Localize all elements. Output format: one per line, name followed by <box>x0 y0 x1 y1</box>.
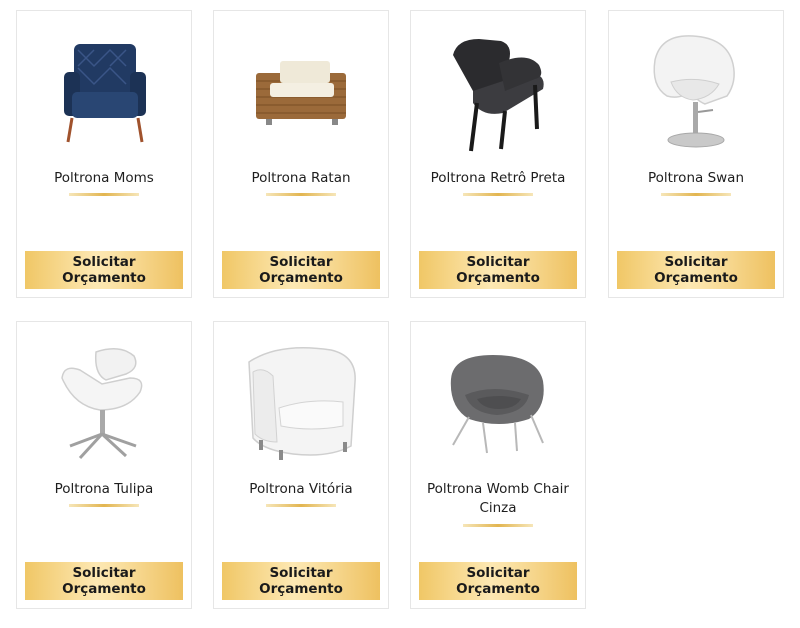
product-image[interactable] <box>411 19 585 167</box>
request-quote-button[interactable]: Solicitar Orçamento <box>617 251 775 289</box>
product-card: Poltrona Ratan Solicitar Orçamento <box>213 10 389 298</box>
product-card: Poltrona Moms Solicitar Orçamento <box>16 10 192 298</box>
title-divider <box>266 504 336 507</box>
title-divider <box>69 504 139 507</box>
product-title[interactable]: Poltrona Tulipa <box>25 480 183 499</box>
product-title[interactable]: Poltrona Swan <box>617 169 775 188</box>
product-title[interactable]: Poltrona Ratan <box>222 169 380 188</box>
product-title[interactable]: Poltrona Womb Chair Cinza <box>425 480 571 518</box>
request-quote-button[interactable]: Solicitar Orçamento <box>222 251 380 289</box>
white-tub-chair-image <box>248 346 356 460</box>
gray-womb-chair-image <box>450 355 544 454</box>
product-image[interactable] <box>17 19 191 167</box>
product-image[interactable] <box>214 330 388 478</box>
request-quote-button[interactable]: Solicitar Orçamento <box>222 562 380 600</box>
rattan-armchair-image <box>256 61 346 125</box>
request-quote-button[interactable]: Solicitar Orçamento <box>25 251 183 289</box>
title-divider <box>463 524 533 527</box>
product-card: Poltrona Womb Chair Cinza Solicitar Orça… <box>410 321 586 609</box>
title-divider <box>661 193 731 196</box>
product-card: Poltrona Retrô Preta Solicitar Orçamento <box>410 10 586 298</box>
product-image[interactable] <box>214 19 388 167</box>
product-card: Poltrona Vitória Solicitar Orçamento <box>213 321 389 609</box>
title-divider <box>463 193 533 196</box>
product-card: Poltrona Tulipa Solicitar Orçamento <box>16 321 192 609</box>
title-divider <box>266 193 336 196</box>
product-image[interactable] <box>411 330 585 478</box>
product-title[interactable]: Poltrona Vitória <box>222 480 380 499</box>
white-tulip-chair-image <box>61 348 143 460</box>
black-retro-chair-image <box>453 39 544 152</box>
product-title[interactable]: Poltrona Moms <box>25 169 183 188</box>
product-card: Poltrona Swan Solicitar Orçamento <box>608 10 784 298</box>
request-quote-button[interactable]: Solicitar Orçamento <box>419 251 577 289</box>
navy-armchair-image <box>64 44 146 143</box>
product-title[interactable]: Poltrona Retrô Preta <box>419 169 577 188</box>
product-image[interactable] <box>609 19 783 167</box>
title-divider <box>69 193 139 196</box>
product-image[interactable] <box>17 330 191 478</box>
request-quote-button[interactable]: Solicitar Orçamento <box>25 562 183 600</box>
request-quote-button[interactable]: Solicitar Orçamento <box>419 562 577 600</box>
white-swan-chair-image <box>653 35 735 148</box>
